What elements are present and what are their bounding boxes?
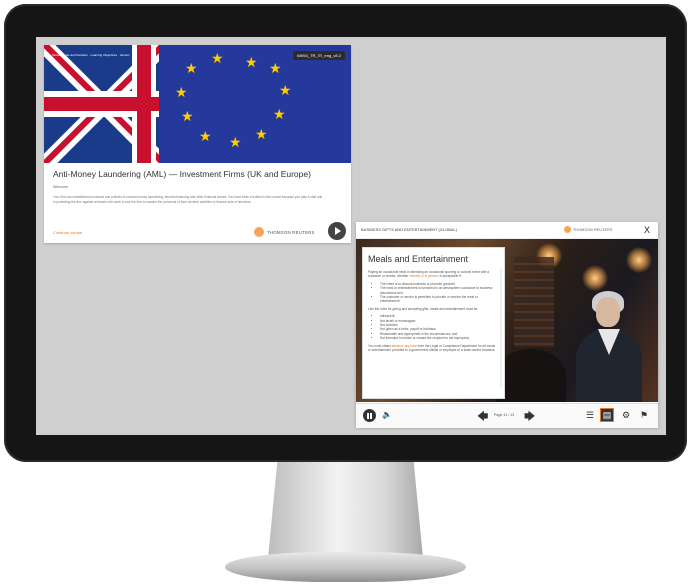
menu-list-icon[interactable]: ☰ <box>584 409 596 421</box>
volume-icon[interactable]: 🔈 <box>382 410 392 419</box>
continue-course-link[interactable]: Continue course <box>53 230 82 235</box>
list-item: The customer or vendor is permitted to p… <box>380 295 496 304</box>
banner-meta-text: Module Code and Duration · Learning Obje… <box>52 53 130 57</box>
content-panel[interactable]: Meals and Entertainment Paying an occasi… <box>362 247 505 399</box>
course-card-footer: Continue course THOMSON REUTERS <box>44 221 351 243</box>
monitor-stand-base <box>225 552 466 582</box>
content-footer-text: You must obtain advance approval from th… <box>368 343 496 353</box>
uk-flag-image <box>44 45 159 163</box>
content-body: Paying an occasional meal or attending a… <box>368 270 496 356</box>
pause-button[interactable] <box>363 409 376 422</box>
course-description: Your firm has established processes and … <box>53 195 323 204</box>
monitor-stand-neck <box>268 462 423 558</box>
settings-icon[interactable]: ⚙ <box>620 409 632 421</box>
notes-icon[interactable]: ▤ <box>600 408 614 422</box>
screen: ★ ★ ★ ★ ★ ★ ★ ★ ★ ★ ★ Module Code and Du… <box>36 37 666 435</box>
guidance-list: Infrequent. Not lavish or extravagant. N… <box>368 314 496 340</box>
course-banner-image: ★ ★ ★ ★ ★ ★ ★ ★ ★ ★ ★ Module Code and Du… <box>44 45 351 163</box>
course-title: Anti-Money Laundering (AML) — Investment… <box>53 169 311 179</box>
conditions-list: The intent is to discuss business or pro… <box>368 282 496 304</box>
course-card[interactable]: ★ ★ ★ ★ ★ ★ ★ ★ ★ ★ ★ Module Code and Du… <box>44 45 351 243</box>
content-title: Meals and Entertainment <box>368 254 469 264</box>
thomson-reuters-logo: THOMSON REUTERS <box>254 227 315 237</box>
close-button[interactable]: X <box>644 225 650 235</box>
content-scrollbar[interactable] <box>500 268 502 388</box>
player-controls: 🔈 🡄 Page 11 / 13 🡆 ☰ ▤ ⚙ ⚑ <box>356 403 658 428</box>
thomson-reuters-logo-icon <box>564 226 571 233</box>
eu-flag-image: ★ ★ ★ ★ ★ ★ ★ ★ ★ ★ ★ <box>159 45 351 163</box>
thomson-reuters-logo-icon <box>254 227 264 237</box>
guidance-intro: Like the rules for giving and accepting … <box>368 306 479 311</box>
list-item: The meal or entertainment is furnished i… <box>380 286 496 295</box>
glossary-icon[interactable]: ⚑ <box>638 409 650 421</box>
restaurant-scene-image: Meals and Entertainment Paying an occasi… <box>356 239 658 402</box>
course-welcome: Welcome <box>53 185 68 189</box>
next-page-button[interactable]: 🡆 <box>524 408 535 427</box>
course-code-badge: 04954_TR_ITI_eng_v8.2 <box>292 51 345 60</box>
highlighted-link[interactable]: virtually or in person <box>409 274 438 278</box>
list-item: Not intended to induce or reward the rec… <box>380 336 496 340</box>
highlighted-link[interactable]: advance approval <box>392 344 417 348</box>
play-button[interactable] <box>328 222 346 240</box>
monitor-bezel: ★ ★ ★ ★ ★ ★ ★ ★ ★ ★ ★ Module Code and Du… <box>4 4 687 462</box>
player-thomson-reuters-logo: THOMSON REUTERS <box>564 226 613 233</box>
page-indicator: Page 11 / 13 <box>494 413 515 417</box>
course-player-window: BUSINESS GIFTS AND ENTERTAINMENT (GLOBAL… <box>356 222 658 428</box>
previous-page-button[interactable]: 🡄 <box>477 408 488 427</box>
player-title: BUSINESS GIFTS AND ENTERTAINMENT (GLOBAL… <box>361 228 458 232</box>
content-intro: Paying an occasional meal or attending a… <box>368 270 490 279</box>
player-header: BUSINESS GIFTS AND ENTERTAINMENT (GLOBAL… <box>356 222 658 239</box>
